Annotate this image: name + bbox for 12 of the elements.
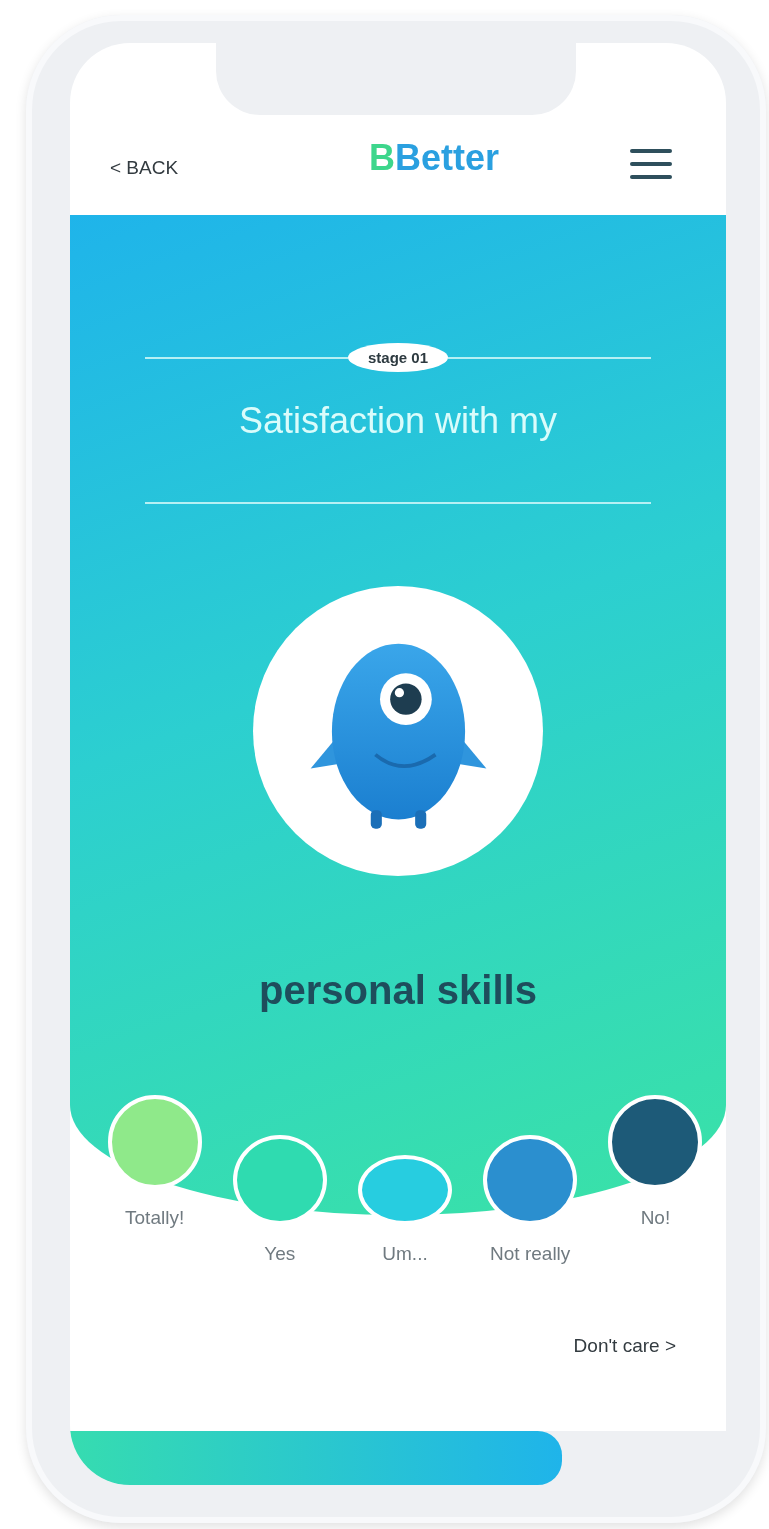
answer-label: Um... (382, 1243, 428, 1265)
answer-label: Totally! (125, 1207, 185, 1229)
answer-label: Yes (264, 1243, 296, 1265)
question-title: Satisfaction with my (238, 400, 558, 442)
answer-label: Not really (490, 1243, 571, 1265)
skip-link[interactable]: Don't care > (573, 1335, 676, 1357)
stage-badge: stage 01 (348, 343, 449, 372)
app-logo: BBetter (369, 137, 500, 179)
back-link[interactable]: < BACK (110, 157, 179, 179)
answer-label: No! (640, 1207, 671, 1229)
topic-heading: personal skills (259, 968, 537, 1013)
menu-icon[interactable] (630, 149, 672, 179)
